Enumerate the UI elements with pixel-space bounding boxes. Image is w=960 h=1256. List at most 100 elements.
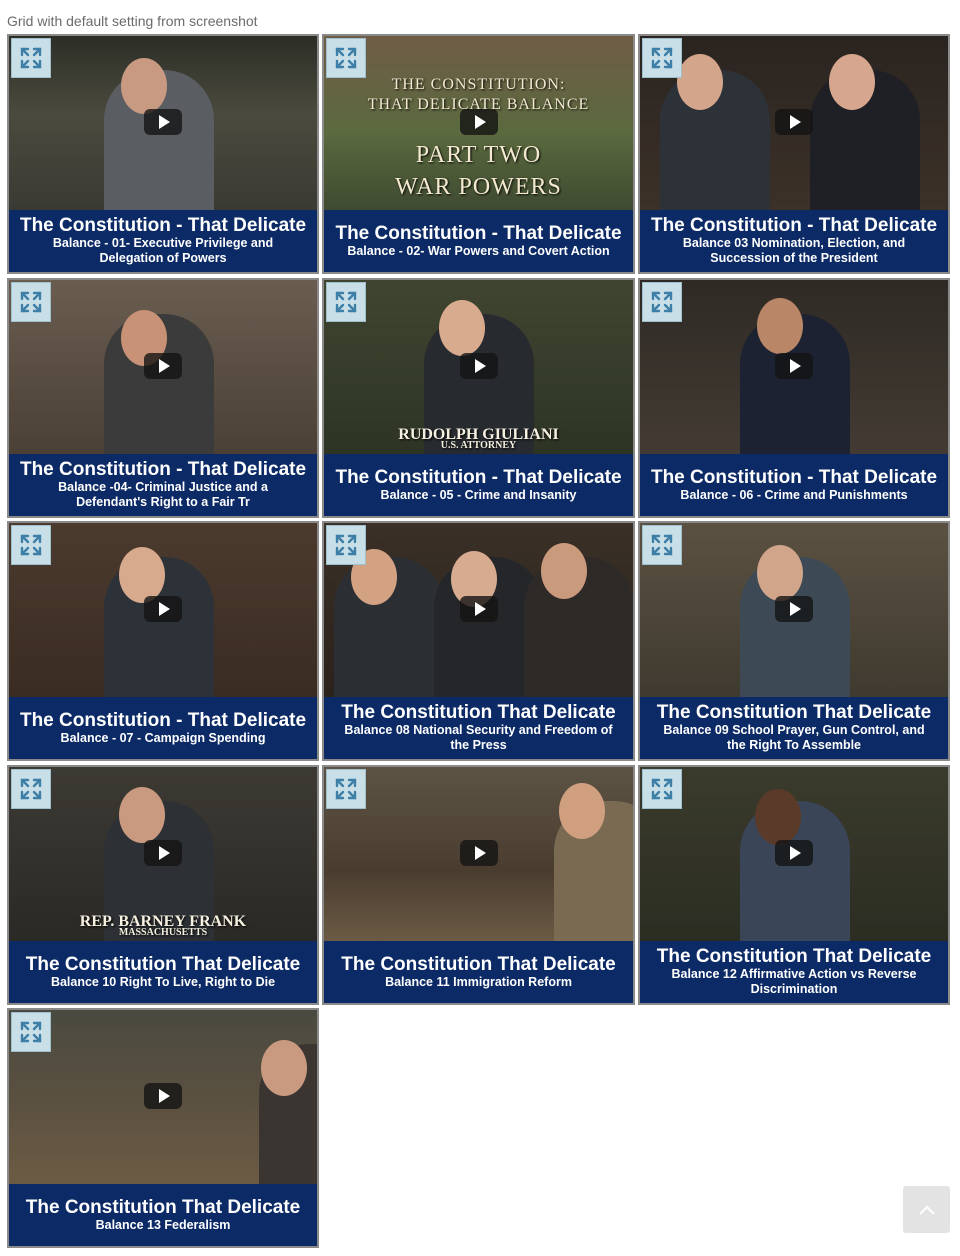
play-button[interactable] <box>144 353 182 379</box>
play-button[interactable] <box>459 109 498 135</box>
video-subtitle: Balance 03 Nomination, Election, and Suc… <box>682 236 906 265</box>
video-title: The Constitution - That Delicate <box>650 215 938 236</box>
video-thumbnail[interactable] <box>640 523 948 697</box>
video-tile[interactable]: The Constitution That Delicate Balance 11… <box>322 765 635 1005</box>
expand-button[interactable] <box>642 769 682 809</box>
play-icon <box>790 359 801 373</box>
expand-button[interactable] <box>11 38 51 78</box>
video-title-bar[interactable]: The Constitution That Delicate Balance 13… <box>9 1184 317 1246</box>
video-thumbnail[interactable] <box>9 280 317 454</box>
video-tile[interactable]: The Constitution - That Delicate Balance … <box>638 278 950 518</box>
expand-arrows-icon <box>20 778 42 800</box>
play-button[interactable] <box>144 1083 182 1109</box>
play-icon <box>159 846 170 860</box>
play-icon <box>159 1089 170 1103</box>
video-overlay-text: WAR POWERS <box>395 174 562 200</box>
video-subtitle: Balance - 05 - Crime and Insanity <box>380 487 577 502</box>
play-button[interactable] <box>459 353 498 379</box>
expand-button[interactable] <box>11 769 51 809</box>
expand-button[interactable] <box>642 525 682 565</box>
expand-arrows-icon <box>651 534 673 556</box>
play-button[interactable] <box>775 596 813 622</box>
video-title-bar[interactable]: The Constitution - That Delicate Balance … <box>640 454 948 516</box>
video-title-bar[interactable]: The Constitution That Delicate Balance 12… <box>640 941 948 1003</box>
video-tile[interactable]: The Constitution That Delicate Balance 08… <box>322 521 635 761</box>
video-tile[interactable]: THE CONSTITUTION: THAT DELICATE BALANCE PA… <box>322 34 635 274</box>
video-thumbnail[interactable] <box>640 36 948 210</box>
video-title: The Constitution That Delicate <box>25 953 301 975</box>
video-tile[interactable]: REP. BARNEY FRANK MASSACHUSETTS The Consti… <box>7 765 319 1005</box>
expand-arrows-icon <box>651 291 673 313</box>
video-thumbnail[interactable] <box>640 767 948 941</box>
play-button[interactable] <box>144 596 182 622</box>
expand-button[interactable] <box>326 282 366 322</box>
video-title: The Constitution - That Delicate <box>650 466 938 488</box>
chevron-up-icon <box>918 1205 935 1215</box>
video-thumbnail[interactable] <box>9 1010 317 1184</box>
video-thumbnail[interactable] <box>9 523 317 697</box>
play-button[interactable] <box>144 109 182 135</box>
play-icon <box>790 115 801 129</box>
video-thumbnail[interactable] <box>324 767 633 941</box>
scroll-to-top-button[interactable] <box>903 1186 950 1233</box>
video-thumbnail[interactable]: REP. BARNEY FRANK MASSACHUSETTS <box>9 767 317 941</box>
video-subtitle: Balance 13 Federalism <box>95 1217 231 1232</box>
video-overlay-text: THE CONSTITUTION: <box>391 76 566 93</box>
play-button[interactable] <box>144 840 182 866</box>
video-thumbnail[interactable] <box>9 36 317 210</box>
play-button[interactable] <box>775 840 813 866</box>
video-tile[interactable]: The Constitution That Delicate Balance 13… <box>7 1008 319 1248</box>
expand-button[interactable] <box>642 282 682 322</box>
video-title-bar[interactable]: The Constitution - That Delicate Balance … <box>324 210 633 272</box>
video-title-bar[interactable]: The Constitution - That Delicate Balance … <box>9 697 317 759</box>
video-thumbnail[interactable] <box>324 523 633 697</box>
play-button[interactable] <box>775 109 813 135</box>
video-title-bar[interactable]: The Constitution That Delicate Balance 08… <box>324 697 633 759</box>
video-tile[interactable]: The Constitution That Delicate Balance 12… <box>638 765 950 1005</box>
expand-button[interactable] <box>11 525 51 565</box>
video-title: The Constitution - That Delicate <box>335 466 622 488</box>
video-title-bar[interactable]: The Constitution - That Delicate Balance … <box>9 454 317 516</box>
play-button[interactable] <box>775 353 813 379</box>
expand-button[interactable] <box>11 1012 51 1052</box>
expand-button[interactable] <box>326 38 366 78</box>
play-icon <box>474 846 486 860</box>
video-tile[interactable]: The Constitution - That Delicate Balance … <box>638 34 950 274</box>
video-title: The Constitution - That Delicate <box>19 459 307 480</box>
play-button[interactable] <box>459 840 498 866</box>
expand-button[interactable] <box>11 282 51 322</box>
video-title-bar[interactable]: The Constitution - That Delicate Balance … <box>9 210 317 272</box>
expand-arrows-icon <box>335 291 357 313</box>
video-subtitle: Balance 08 National Security and Freedom… <box>344 723 613 752</box>
video-thumbnail[interactable] <box>640 280 948 454</box>
play-icon <box>790 846 801 860</box>
expand-button[interactable] <box>326 769 366 809</box>
play-icon <box>159 602 170 616</box>
expand-arrows-icon <box>651 47 673 69</box>
video-title-bar[interactable]: The Constitution That Delicate Balance 10… <box>9 941 317 1003</box>
video-subtitle: Balance - 02- War Powers and Covert Acti… <box>347 243 610 258</box>
video-title-bar[interactable]: The Constitution That Delicate Balance 09… <box>640 697 948 759</box>
video-tile[interactable]: The Constitution - That Delicate Balance … <box>7 521 319 761</box>
video-tile[interactable]: The Constitution - That Delicate Balance … <box>7 34 319 274</box>
video-subtitle: Balance 11 Immigration Reform <box>385 974 572 989</box>
video-tile[interactable]: The Constitution - That Delicate Balance … <box>7 278 319 518</box>
video-thumbnail[interactable]: RUDOLPH GIULIANI U.S. ATTORNEY <box>324 280 633 454</box>
video-grid: The Constitution - That Delicate Balance … <box>0 0 960 1256</box>
video-title-bar[interactable]: The Constitution - That Delicate Balance … <box>640 210 948 272</box>
video-tile[interactable]: The Constitution That Delicate Balance 09… <box>638 521 950 761</box>
expand-arrows-icon <box>20 534 42 556</box>
play-button[interactable] <box>459 596 498 622</box>
play-icon <box>474 602 486 616</box>
video-title-bar[interactable]: The Constitution That Delicate Balance 11… <box>324 941 633 1003</box>
play-icon <box>790 602 801 616</box>
video-tile[interactable]: RUDOLPH GIULIANI U.S. ATTORNEY The Constit… <box>322 278 635 518</box>
video-subtitle: Balance 12 Affirmative Action vs Reverse… <box>671 967 917 996</box>
video-title-bar[interactable]: The Constitution - That Delicate Balance … <box>324 454 633 516</box>
play-icon <box>159 359 170 373</box>
video-overlay-text: MASSACHUSETTS <box>118 927 208 938</box>
video-thumbnail[interactable]: THE CONSTITUTION: THAT DELICATE BALANCE PA… <box>324 36 633 210</box>
expand-button[interactable] <box>642 38 682 78</box>
expand-button[interactable] <box>326 525 366 565</box>
video-title: The Constitution - That Delicate <box>19 709 307 731</box>
